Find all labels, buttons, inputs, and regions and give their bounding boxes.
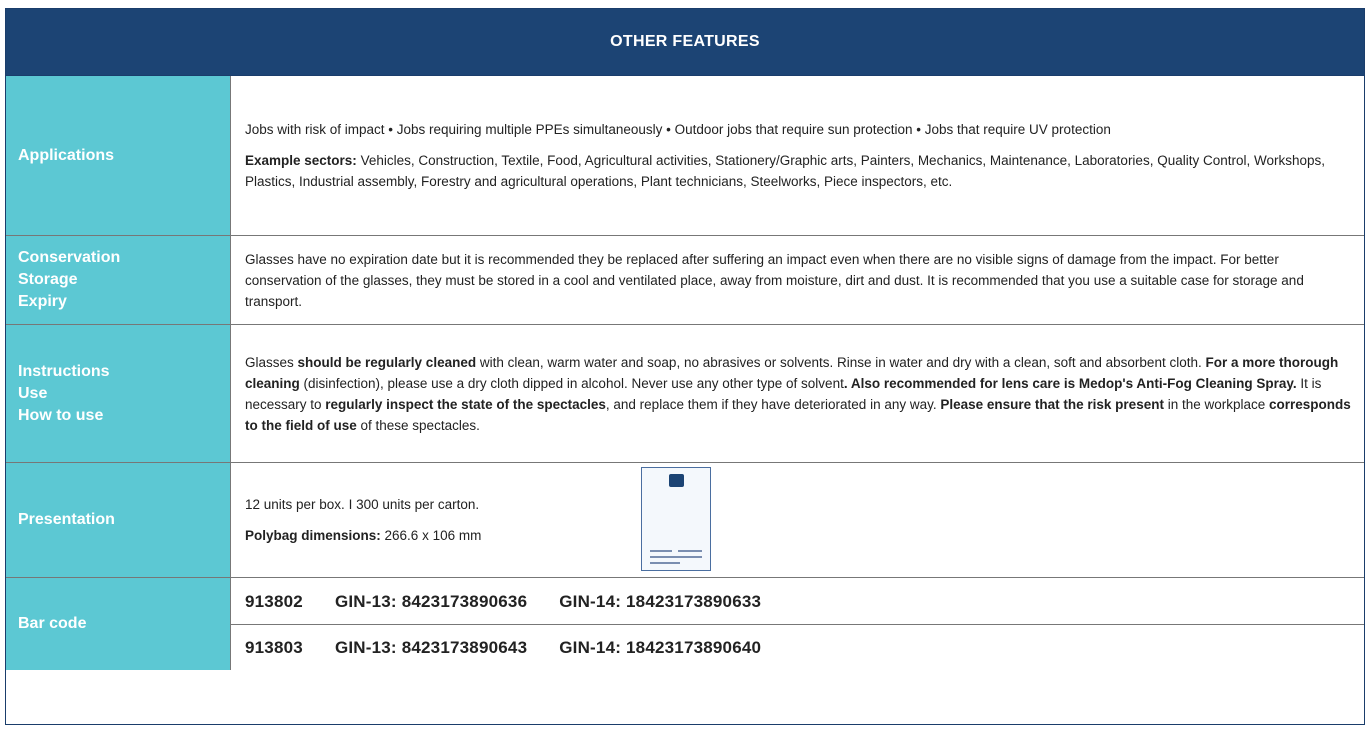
table-header: OTHER FEATURES: [6, 9, 1364, 76]
applications-text: Jobs with risk of impact • Jobs requirin…: [245, 122, 1111, 137]
polybag-dimensions: Polybag dimensions: 266.6 x 106 mm: [245, 528, 482, 543]
barcode-entry: 913802 GIN-13: 8423173890636 GIN-14: 18423…: [245, 591, 762, 611]
units-text: 12 units per box. I 300 units per carton…: [245, 497, 480, 512]
barcode-label: Bar code: [6, 578, 231, 670]
applications-content: Jobs with risk of impact • Jobs requirin…: [231, 76, 1364, 235]
instructions-row: Instructions Use How to use Glasses shou…: [6, 325, 1364, 463]
brand-logo-icon: [669, 474, 684, 487]
presentation-row: Presentation 12 units per box. I 300 uni…: [6, 463, 1364, 578]
applications-row: Applications Jobs with risk of impact • …: [6, 76, 1364, 236]
barcode-row: Bar code 913802 GIN-13: 8423173890636 GIN-…: [6, 578, 1364, 670]
conservation-content: Glasses have no expiration date but it i…: [231, 236, 1364, 324]
other-features-table: OTHER FEATURES Applications Jobs with ri…: [5, 8, 1365, 725]
conservation-row: Conservation Storage Expiry Glasses have…: [6, 236, 1364, 325]
instructions-content: Glasses should be regularly cleaned with…: [231, 325, 1364, 462]
barcode-content: 913802 GIN-13: 8423173890636 GIN-14: 18423…: [231, 578, 1364, 670]
conservation-text: Glasses have no expiration date but it i…: [245, 251, 1304, 309]
presentation-content: 12 units per box. I 300 units per carton…: [231, 463, 1364, 577]
polybag-label-image: [641, 467, 711, 571]
instructions-label: Instructions Use How to use: [6, 325, 231, 462]
presentation-label: Presentation: [6, 463, 231, 577]
conservation-label: Conservation Storage Expiry: [6, 236, 231, 324]
instructions-text: Glasses should be regularly cleaned with…: [245, 354, 1351, 433]
barcode-entry: 913803 GIN-13: 8423173890643 GIN-14: 18423…: [231, 624, 1364, 670]
example-sectors: Example sectors: Vehicles, Construction,…: [245, 153, 1326, 189]
header-title: OTHER FEATURES: [610, 33, 760, 50]
applications-label: Applications: [6, 76, 231, 235]
